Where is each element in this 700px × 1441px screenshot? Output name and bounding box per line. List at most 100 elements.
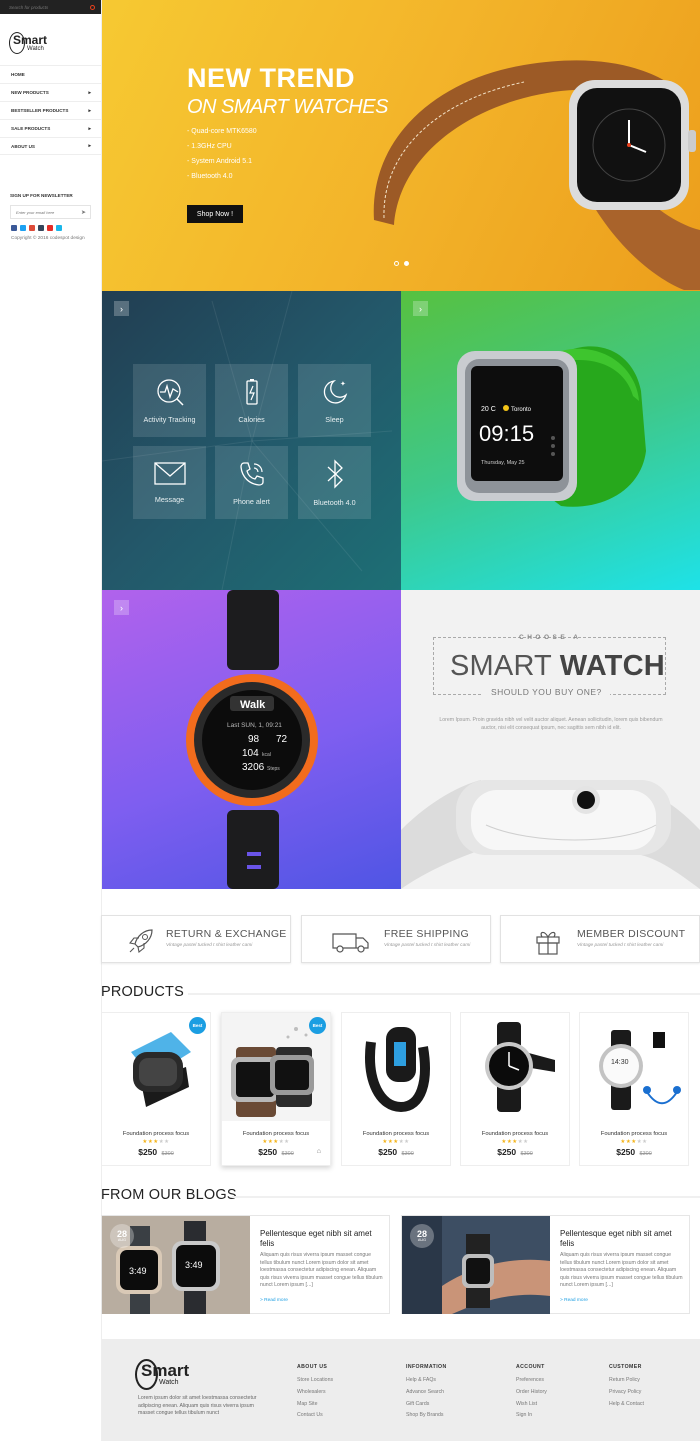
blog-list: 3:49 3:49 28 Aug Pellentesque eget nibh si… xyxy=(101,1215,700,1314)
footer-link[interactable]: Map Site xyxy=(297,1401,333,1407)
blog-post[interactable]: 3:49 3:49 28 Aug Pellentesque eget nibh si… xyxy=(101,1215,390,1314)
phone-icon xyxy=(239,462,264,486)
footer-link[interactable]: Gift Cards xyxy=(406,1401,447,1407)
nav-item-sale[interactable]: Sale Products ▸ xyxy=(0,119,101,137)
tumblr-icon[interactable] xyxy=(38,225,44,231)
twitter-icon[interactable] xyxy=(20,225,26,231)
footer-link[interactable]: Order History xyxy=(516,1389,547,1395)
footer-logo[interactable]: Smart Watch xyxy=(134,1359,189,1390)
fitness-band-image xyxy=(365,1027,430,1112)
product-card[interactable]: Best Foundation process focus ★★★★★ $250… xyxy=(221,1012,331,1166)
service-member-discount: Member Discount Vintage pastel tucked t … xyxy=(500,915,700,963)
service-return-exchange: Return & Exchange Vintage pastel tucked … xyxy=(101,915,291,963)
nav-item-about[interactable]: About us ▸ xyxy=(0,137,101,155)
product-name[interactable]: Foundation process focus xyxy=(580,1131,688,1137)
feature-label: Message xyxy=(154,495,185,504)
nav-item-bestseller[interactable]: Bestseller Products ▸ xyxy=(0,101,101,119)
product-image[interactable]: 14:30 xyxy=(580,1013,688,1121)
divider xyxy=(188,993,700,995)
nav-item-label: About us xyxy=(11,143,35,149)
product-card[interactable]: Best Foundation process focus ★★★★★ $250… xyxy=(101,1012,211,1166)
facebook-icon[interactable] xyxy=(11,225,17,231)
activity-icon xyxy=(156,379,184,406)
feature-label: Sleep xyxy=(325,415,344,424)
watch-kcal: 104 xyxy=(242,748,259,759)
nav-item-new-products[interactable]: New Products ▸ xyxy=(0,83,101,101)
spec-item: Quad-core MTK6580 xyxy=(187,128,256,135)
white-watch-image xyxy=(401,780,700,889)
service-free-shipping: Free Shipping Vintage pastel tucked t sh… xyxy=(301,915,491,963)
nav-item-label: Bestseller Products xyxy=(11,108,69,113)
hero-subtitle: ON SMART WATCHES xyxy=(187,96,388,118)
add-to-cart-icon[interactable]: ⌂ xyxy=(317,1148,321,1155)
nav-item-label: Home xyxy=(11,72,25,77)
product-card[interactable]: Foundation process focus ★★★★★ $250 $300 xyxy=(460,1012,570,1166)
product-name[interactable]: Foundation process focus xyxy=(102,1131,210,1137)
watch-kcal-unit: kcal xyxy=(262,752,271,758)
bluetooth-icon xyxy=(327,459,343,489)
slider-dot[interactable] xyxy=(394,261,399,266)
watch-hr-b: 72 xyxy=(276,734,288,745)
blog-image[interactable]: 28 Aug xyxy=(402,1216,550,1314)
footer-link[interactable]: Return Policy xyxy=(609,1377,644,1383)
vimeo-icon[interactable] xyxy=(56,225,62,231)
feature-phone-alert: Phone alert xyxy=(215,446,288,519)
footer-link[interactable]: Help & Contact xyxy=(609,1401,644,1407)
feature-label: Activity Tracking xyxy=(143,415,196,424)
google-plus-icon[interactable] xyxy=(29,225,35,231)
footer-link[interactable]: Contact Us xyxy=(297,1412,333,1418)
product-name[interactable]: Foundation process focus xyxy=(461,1131,569,1137)
feature-activity-tracking: Activity Tracking xyxy=(133,364,206,437)
blog-post[interactable]: 28 Aug Pellentesque eget nibh sit amet fe… xyxy=(401,1215,690,1314)
product-image[interactable] xyxy=(342,1013,450,1121)
blog-image[interactable]: 3:49 3:49 28 Aug xyxy=(102,1216,250,1314)
footer-link[interactable]: Advance Search xyxy=(406,1389,447,1395)
newsletter: Sign up for newsletter ➤ xyxy=(10,193,101,219)
search-icon[interactable] xyxy=(90,4,95,10)
price-old: $300 xyxy=(639,1151,652,1157)
product-price: $250 $300 xyxy=(222,1147,330,1157)
shop-now-button[interactable]: Shop Now ! xyxy=(187,205,243,223)
nav-item-home[interactable]: Home xyxy=(0,65,101,83)
watch-steps: 3206 xyxy=(242,762,265,773)
footer-column-title: About us xyxy=(297,1364,328,1370)
watch-earphones-image: 14:30 xyxy=(598,1030,681,1110)
service-subtitle: Vintage pastel tucked t shirt leather ca… xyxy=(384,943,471,948)
newsletter-title: Sign up for newsletter xyxy=(10,193,73,198)
slider-dot-active[interactable] xyxy=(404,261,409,266)
product-image[interactable] xyxy=(461,1013,569,1121)
footer-column-title: Customer xyxy=(609,1364,642,1370)
product-name[interactable]: Foundation process focus xyxy=(342,1131,450,1137)
footer-link[interactable]: Privacy Policy xyxy=(609,1389,644,1395)
hero-watch-image xyxy=(373,60,700,290)
footer-link[interactable]: Sign In xyxy=(516,1412,547,1418)
dual-watch-image xyxy=(231,1026,315,1117)
price-old: $300 xyxy=(281,1151,294,1157)
footer-link[interactable]: Help & FAQs xyxy=(406,1377,447,1383)
social-links xyxy=(11,225,101,231)
footer-link[interactable]: Preferences xyxy=(516,1377,547,1383)
product-name[interactable]: Foundation process focus xyxy=(222,1131,330,1137)
footer-link[interactable]: Wholesalers xyxy=(297,1389,333,1395)
product-card[interactable]: Foundation process focus ★★★★★ $250 $300 xyxy=(341,1012,451,1166)
read-more-link[interactable]: > Read more xyxy=(260,1298,288,1303)
newsletter-email-input[interactable] xyxy=(16,209,76,215)
footer-link[interactable]: Wish List xyxy=(516,1401,547,1407)
product-rating: ★★★★★ xyxy=(501,1139,529,1145)
blog-title[interactable]: Pellentesque eget nibh sit amet felis xyxy=(260,1229,380,1249)
product-card[interactable]: 14:30 Foundation process focus ★★★★★ $25… xyxy=(579,1012,689,1166)
footer-link[interactable]: Store Locations xyxy=(297,1377,333,1383)
blog-title[interactable]: Pellentesque eget nibh sit amet felis xyxy=(560,1229,680,1249)
footer: Smart Watch Lorem ipsum dolor sit amet l… xyxy=(102,1339,700,1441)
send-icon[interactable]: ➤ xyxy=(81,209,86,216)
choose-watch-panel: CHOOSE A SMART WATCH SHOULD YOU BUY ONE?… xyxy=(401,590,700,889)
price-current: $250 xyxy=(616,1147,636,1157)
footer-link[interactable]: Shop By Brands xyxy=(406,1412,447,1418)
service-title: Member Discount xyxy=(577,928,686,940)
read-more-link[interactable]: > Read more xyxy=(560,1298,588,1303)
footer-logo-text: Smart xyxy=(134,1359,189,1390)
youtube-icon[interactable] xyxy=(47,225,53,231)
search-input[interactable] xyxy=(9,4,79,10)
price-old: $300 xyxy=(161,1151,174,1157)
logo[interactable]: Smart Watch xyxy=(9,32,61,54)
